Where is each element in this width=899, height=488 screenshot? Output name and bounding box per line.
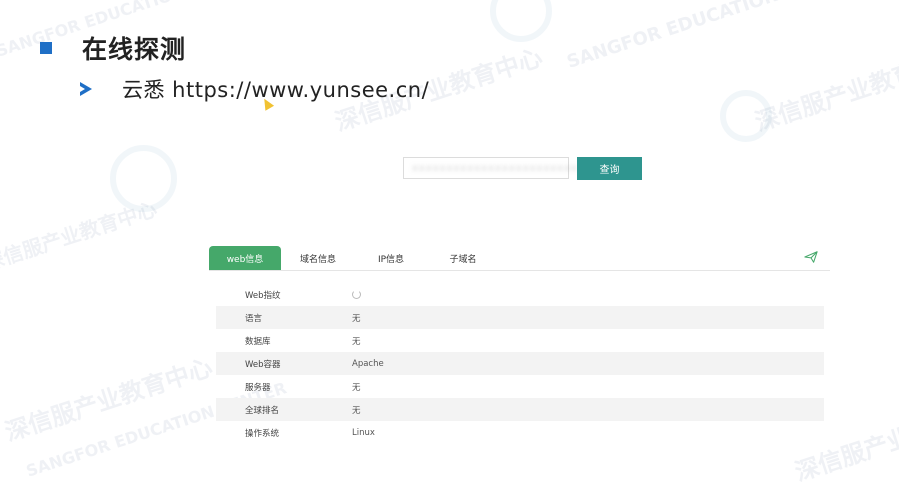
row-value: Linux xyxy=(352,427,375,438)
search-input-value: xxxxxxxxxxxxxxxxxxxxxxxx xyxy=(412,162,579,174)
row-value: 无 xyxy=(352,336,361,347)
table-row: Web容器 Apache xyxy=(216,352,824,375)
paper-plane-icon[interactable] xyxy=(804,250,818,264)
table-row: 全球排名 无 xyxy=(216,398,824,421)
loading-spinner-icon xyxy=(352,290,361,299)
watermark-logo xyxy=(110,145,177,212)
web-info-table: Web指纹 语言 无 数据库 无 Web容器 Apache 服务器 无 全球排名… xyxy=(216,283,824,444)
search-input[interactable]: xxxxxxxxxxxxxxxxxxxxxxxx xyxy=(403,157,577,179)
watermark-logo xyxy=(490,0,552,42)
slide-title: 在线探测 xyxy=(82,35,187,64)
watermark-text: 深信服产业教育中心 xyxy=(0,196,160,276)
table-row: Web指纹 xyxy=(216,283,824,306)
tab-subdomain[interactable]: 子域名 xyxy=(437,246,489,270)
row-label: Web容器 xyxy=(245,359,281,370)
row-label: 语言 xyxy=(245,313,263,324)
row-label: 数据库 xyxy=(245,336,271,347)
row-label: 服务器 xyxy=(245,382,271,393)
table-row: 语言 无 xyxy=(216,306,824,329)
table-row: 数据库 无 xyxy=(216,329,824,352)
slide-heading: 在线探测 xyxy=(40,30,186,66)
watermark-text: SANGFOR EDUCATION CENTER xyxy=(564,0,863,73)
tab-web-info[interactable]: web信息 xyxy=(209,246,281,270)
table-row: 服务器 无 xyxy=(216,375,824,398)
row-label: Web指纹 xyxy=(245,290,281,301)
watermark-text: 深信服产业教育中心 xyxy=(751,43,899,137)
row-value: Apache xyxy=(352,358,384,369)
row-value: 无 xyxy=(352,313,361,324)
row-label: 操作系统 xyxy=(245,428,280,439)
watermark-text: 深信服产业教育中心 xyxy=(1,353,216,447)
square-bullet-icon xyxy=(40,42,52,54)
row-value: 无 xyxy=(352,405,361,416)
info-tabs: web信息 域名信息 IP信息 子域名 xyxy=(209,246,830,271)
arrow-bullet-icon xyxy=(80,82,92,96)
query-button[interactable]: 查询 xyxy=(577,157,642,180)
slide-subtitle: 云悉 https://www.yunsee.cn/ xyxy=(122,78,430,102)
table-row: 操作系统 Linux xyxy=(216,421,824,444)
row-label: 全球排名 xyxy=(245,405,280,416)
tab-ip-info[interactable]: IP信息 xyxy=(365,246,417,270)
watermark-logo xyxy=(720,90,772,142)
row-value: 无 xyxy=(352,382,361,393)
slide-subtitle-line: 云悉 https://www.yunsee.cn/ xyxy=(80,74,429,104)
tab-domain-info[interactable]: 域名信息 xyxy=(289,246,347,270)
